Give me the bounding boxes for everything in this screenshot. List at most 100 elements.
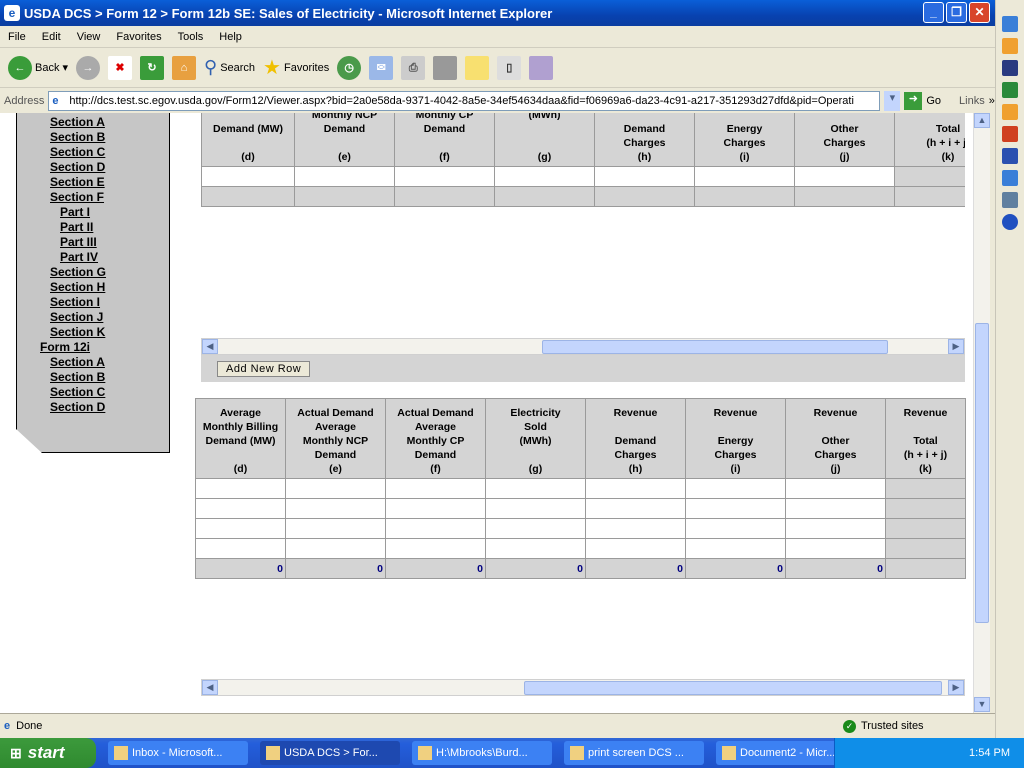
cell-input[interactable] [485,498,586,519]
taskbar-button[interactable]: Inbox - Microsoft... [108,741,248,765]
cell-input[interactable] [485,538,586,559]
cell-input[interactable] [195,478,286,499]
cell-input[interactable] [785,478,886,499]
restore-button[interactable]: ❐ [946,2,967,23]
nav-link[interactable]: Section D [50,400,169,415]
nav-link[interactable]: Section H [50,280,169,295]
cell-input[interactable] [195,498,286,519]
search-button[interactable]: ⚲ Search [204,57,255,78]
favorites-button[interactable]: ★ Favorites [263,55,329,80]
cell-input[interactable] [494,166,595,187]
cell-input[interactable] [585,538,686,559]
home-icon[interactable]: ⌂ [172,55,196,80]
nav-link[interactable]: Part IV [60,250,169,265]
cell-input[interactable] [385,498,486,519]
forward-button[interactable]: → [76,55,100,80]
nav-link[interactable]: Section C [50,385,169,400]
close-button[interactable]: ✕ [969,2,990,23]
cell-input[interactable] [785,498,886,519]
cell-input[interactable] [685,538,786,559]
taskbar-button[interactable]: USDA DCS > For... [260,741,400,765]
cell-input[interactable] [485,478,586,499]
horizontal-scrollbar-bottom[interactable]: ◀ ▶ [201,679,965,696]
menu-tools[interactable]: Tools [170,31,212,43]
nav-link[interactable]: Section F [50,190,169,205]
nav-link[interactable]: Form 12i [40,340,169,355]
tool-icon[interactable] [1002,192,1018,208]
app-icon[interactable] [1002,60,1018,76]
go-button[interactable]: Go [926,95,941,107]
cell-input[interactable] [385,518,486,539]
nav-link[interactable]: Section I [50,295,169,310]
cell-input[interactable] [285,538,386,559]
cell-input[interactable] [685,518,786,539]
cell-input[interactable] [385,478,486,499]
cell-input[interactable] [285,498,386,519]
menu-help[interactable]: Help [211,31,250,43]
nav-link[interactable]: Section J [50,310,169,325]
note-icon[interactable] [465,55,490,80]
cell-input[interactable] [385,538,486,559]
nav-link[interactable]: Section B [50,370,169,385]
cell-input[interactable] [585,498,686,519]
cell-input[interactable] [585,478,686,499]
menu-edit[interactable]: Edit [34,31,69,43]
nav-link[interactable]: Section B [50,130,169,145]
cell-input[interactable] [685,478,786,499]
cell-input[interactable] [485,518,586,539]
nav-link[interactable]: Section A [50,355,169,370]
outlook-icon[interactable] [1002,104,1018,120]
cell-input[interactable] [195,518,286,539]
scroll-thumb[interactable] [542,340,888,354]
messenger-icon[interactable]: ▯ [497,55,522,80]
stop-icon[interactable]: ✖ [108,55,132,80]
cell-input[interactable] [594,166,695,187]
mail-icon[interactable]: ✉ [369,55,394,80]
nav-link[interactable]: Section A [50,115,169,130]
nav-link[interactable]: Section C [50,145,169,160]
print-icon[interactable]: ⎙ [401,55,426,80]
scroll-thumb[interactable] [524,681,942,695]
links-button[interactable]: Links [959,95,985,107]
media-icon[interactable] [1002,214,1018,230]
add-new-row-button[interactable]: Add New Row [217,361,311,377]
nav-link[interactable]: Section E [50,175,169,190]
cell-input[interactable] [585,518,686,539]
cell-input[interactable] [794,166,895,187]
address-input[interactable]: e http://dcs.test.sc.egov.usda.gov/Form12… [48,91,881,111]
cell-input[interactable] [785,538,886,559]
scroll-left-button[interactable]: ◀ [202,680,218,695]
refresh-icon[interactable]: ↻ [140,55,164,80]
cell-input[interactable] [785,518,886,539]
cell-input[interactable] [285,518,386,539]
nav-link[interactable]: Part III [60,235,169,250]
start-button[interactable]: ⊞ start [0,738,96,768]
horizontal-scrollbar-top[interactable]: ◀ ▶ [201,338,965,355]
cell-input[interactable] [694,166,795,187]
research-icon[interactable] [529,55,554,80]
nav-link[interactable]: Section G [50,265,169,280]
cell-input[interactable] [294,166,395,187]
menu-favorites[interactable]: Favorites [108,31,169,43]
outlook-icon[interactable] [1002,38,1018,54]
menu-view[interactable]: View [69,31,109,43]
nav-link[interactable]: Section K [50,325,169,340]
menu-file[interactable]: File [0,31,34,43]
ie-icon[interactable] [1002,16,1018,32]
scroll-left-button[interactable]: ◀ [202,339,218,354]
vertical-scrollbar[interactable]: ▲ ▼ [973,113,990,713]
edit-icon[interactable] [433,55,458,80]
nav-link[interactable]: Part I [60,205,169,220]
excel-icon[interactable] [1002,82,1018,98]
scroll-down-button[interactable]: ▼ [974,697,990,712]
cell-input[interactable] [195,538,286,559]
back-button[interactable]: ← Back ▾ [8,55,68,80]
nav-link[interactable]: Section D [50,160,169,175]
cell-input[interactable] [685,498,786,519]
taskbar-button[interactable]: H:\Mbrooks\Burd... [412,741,552,765]
scroll-right-button[interactable]: ▶ [948,339,964,354]
ie-icon[interactable] [1002,170,1018,186]
scroll-right-button[interactable]: ▶ [948,680,964,695]
minimize-button[interactable]: _ [923,2,944,23]
cell-input[interactable] [394,166,495,187]
